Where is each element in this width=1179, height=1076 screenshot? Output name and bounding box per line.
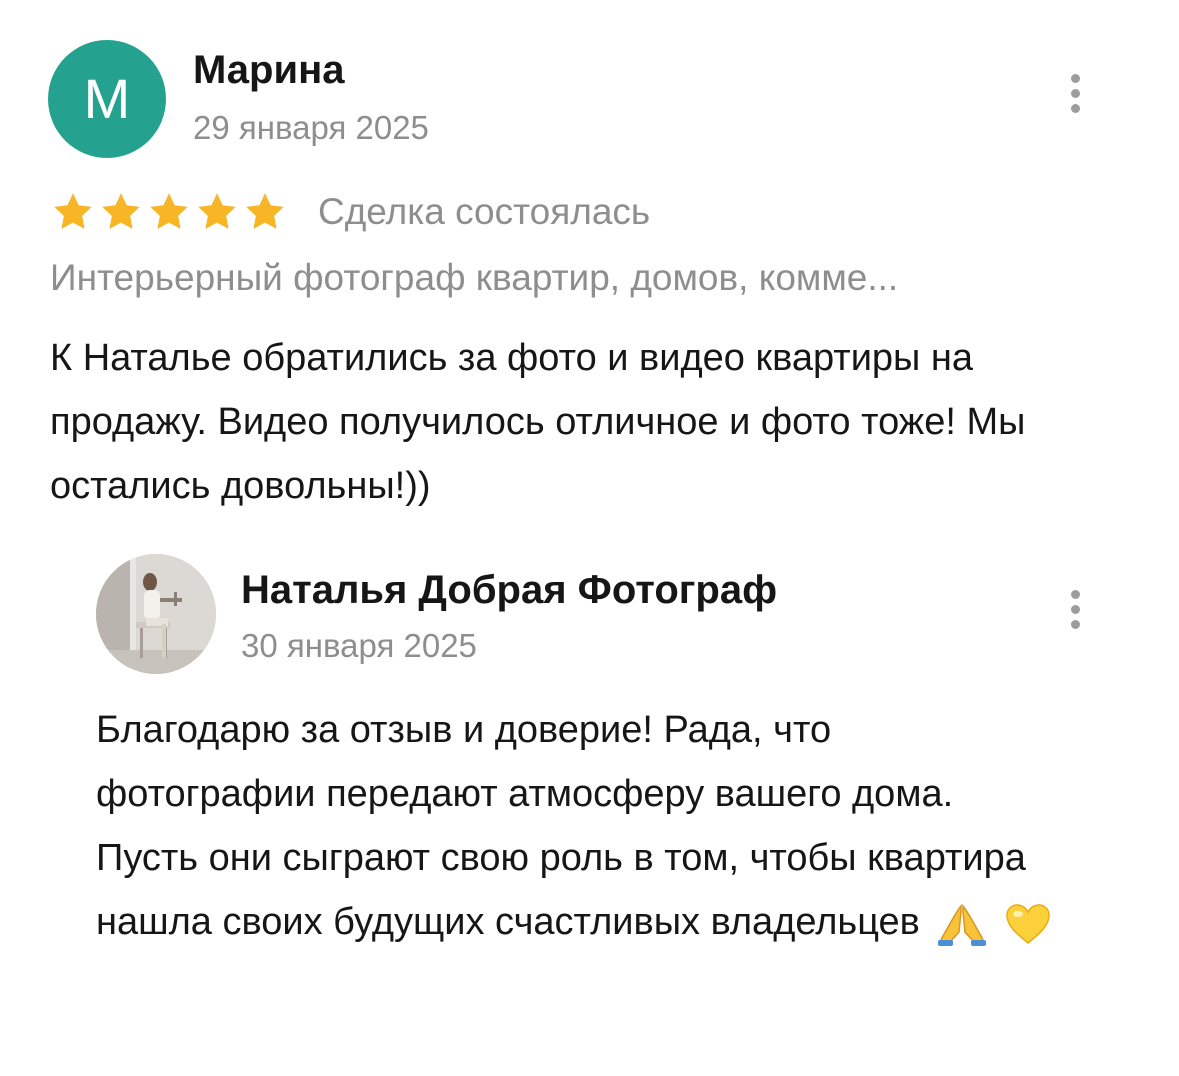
more-vertical-icon[interactable] xyxy=(1068,590,1082,629)
pray-emoji xyxy=(938,903,987,946)
star-icon xyxy=(246,193,284,229)
reply-text: Благодарю за отзыв и доверие! Рада, что … xyxy=(96,698,1056,954)
reply-author-name[interactable]: Наталья Добрая Фотограф xyxy=(241,566,777,614)
deal-status: Сделка состоялась xyxy=(318,191,651,232)
review-text: К Наталье обратились за фото и видео ква… xyxy=(50,337,1026,507)
yellow-heart-emoji xyxy=(1006,904,1050,944)
star-icon xyxy=(102,193,140,229)
service-title[interactable]: Интерьерный фотограф квартир, домов, ком… xyxy=(50,255,1110,301)
reply-text-body: Благодарю за отзыв и доверие! Рада, что … xyxy=(96,709,1026,943)
star-icon xyxy=(150,193,188,229)
avatar-letter: М xyxy=(83,67,131,130)
more-vertical-icon[interactable] xyxy=(1068,74,1082,113)
avatar-photo xyxy=(96,554,216,674)
rating-stars xyxy=(50,190,288,234)
avatar[interactable]: М xyxy=(48,40,166,158)
review-date: 29 января 2025 xyxy=(193,109,429,146)
review-author-name[interactable]: Марина xyxy=(193,46,344,94)
avatar[interactable] xyxy=(96,554,216,674)
reply-date: 30 января 2025 xyxy=(241,627,477,664)
star-icon xyxy=(198,193,236,229)
star-icon xyxy=(54,193,92,229)
